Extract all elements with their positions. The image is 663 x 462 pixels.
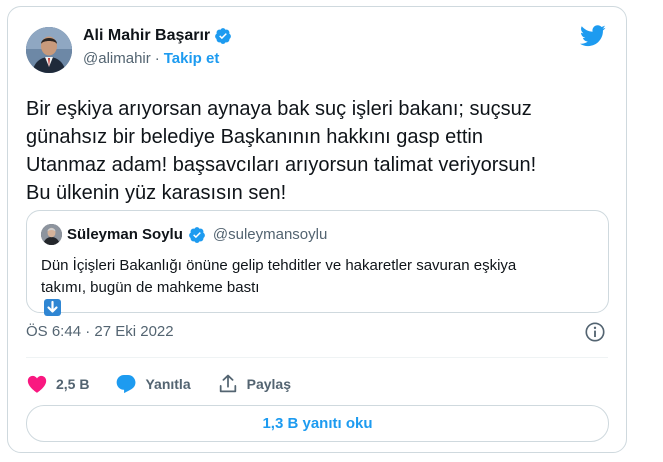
quoted-author-handle: @suleymansoylu xyxy=(212,226,328,243)
tweet-text-line: Bir eşkiya arıyorsan aynaya bak suç işle… xyxy=(26,98,532,120)
verified-badge-icon xyxy=(215,28,232,44)
down-arrow-emoji-icon xyxy=(44,299,61,316)
share-label: Paylaş xyxy=(246,376,291,392)
tweet-text-line: Bu ülkenin yüz karasısın sen! xyxy=(26,182,287,204)
verified-badge-icon xyxy=(188,226,205,243)
share-icon xyxy=(219,374,236,393)
reply-bubble-icon xyxy=(117,375,136,394)
quoted-tweet-text: Dün İçişleri Bakanlığı önüne gelip tehdi… xyxy=(41,255,596,316)
tweet-timestamp[interactable]: ÖS 6:44 · 27 Eki 2022 xyxy=(26,323,174,340)
quoted-text-line: Dün İçişleri Bakanlığı önüne gelip tehdi… xyxy=(41,257,517,274)
info-icon[interactable] xyxy=(584,321,606,343)
author-handle[interactable]: @alimahir xyxy=(83,50,151,67)
reply-label: Yanıtla xyxy=(145,376,191,392)
quoted-author-name: Süleyman Soylu xyxy=(67,226,183,243)
like-count: 2,5 B xyxy=(56,376,90,392)
quoted-tweet[interactable]: Süleyman Soylu @suleymansoylu Dün İçişle… xyxy=(26,210,609,316)
action-bar: 2,5 B Yanıtla Paylaş xyxy=(26,367,317,401)
tweet-text-line: günahsız bir belediye Başkanının hakkını… xyxy=(26,126,483,148)
twitter-bird-icon[interactable] xyxy=(580,25,606,47)
divider xyxy=(26,357,608,358)
read-replies-label: 1,3 B yanıtı oku xyxy=(262,415,373,432)
author-display-name[interactable]: Ali Mahir Başarır xyxy=(83,27,210,45)
author-avatar[interactable] xyxy=(26,27,72,73)
share-button[interactable]: Paylaş xyxy=(217,373,291,395)
tweet-header: Ali Mahir Başarır @alimahir · Takip et xyxy=(26,21,608,77)
quoted-text-line: takımı, bugün de mahkeme bastı xyxy=(41,279,260,296)
like-button[interactable]: 2,5 B xyxy=(26,373,89,395)
quoted-author-avatar xyxy=(41,224,62,245)
handle-separator: · xyxy=(154,50,160,67)
follow-link[interactable]: Takip et xyxy=(164,50,220,67)
read-replies-button[interactable]: 1,3 B yanıtı oku xyxy=(26,405,609,442)
tweet-card: Ali Mahir Başarır @alimahir · Takip et B… xyxy=(7,6,627,453)
reply-button[interactable]: Yanıtla xyxy=(115,373,191,395)
tweet-text: Bir eşkiya arıyorsan aynaya bak suç işle… xyxy=(26,95,616,207)
heart-icon xyxy=(27,375,47,393)
tweet-text-line: Utanmaz adam! başsavcıları arıyorsun tal… xyxy=(26,154,537,176)
quoted-text-line-with-emoji: takımı, bugün de mahkeme bastı xyxy=(41,277,596,316)
